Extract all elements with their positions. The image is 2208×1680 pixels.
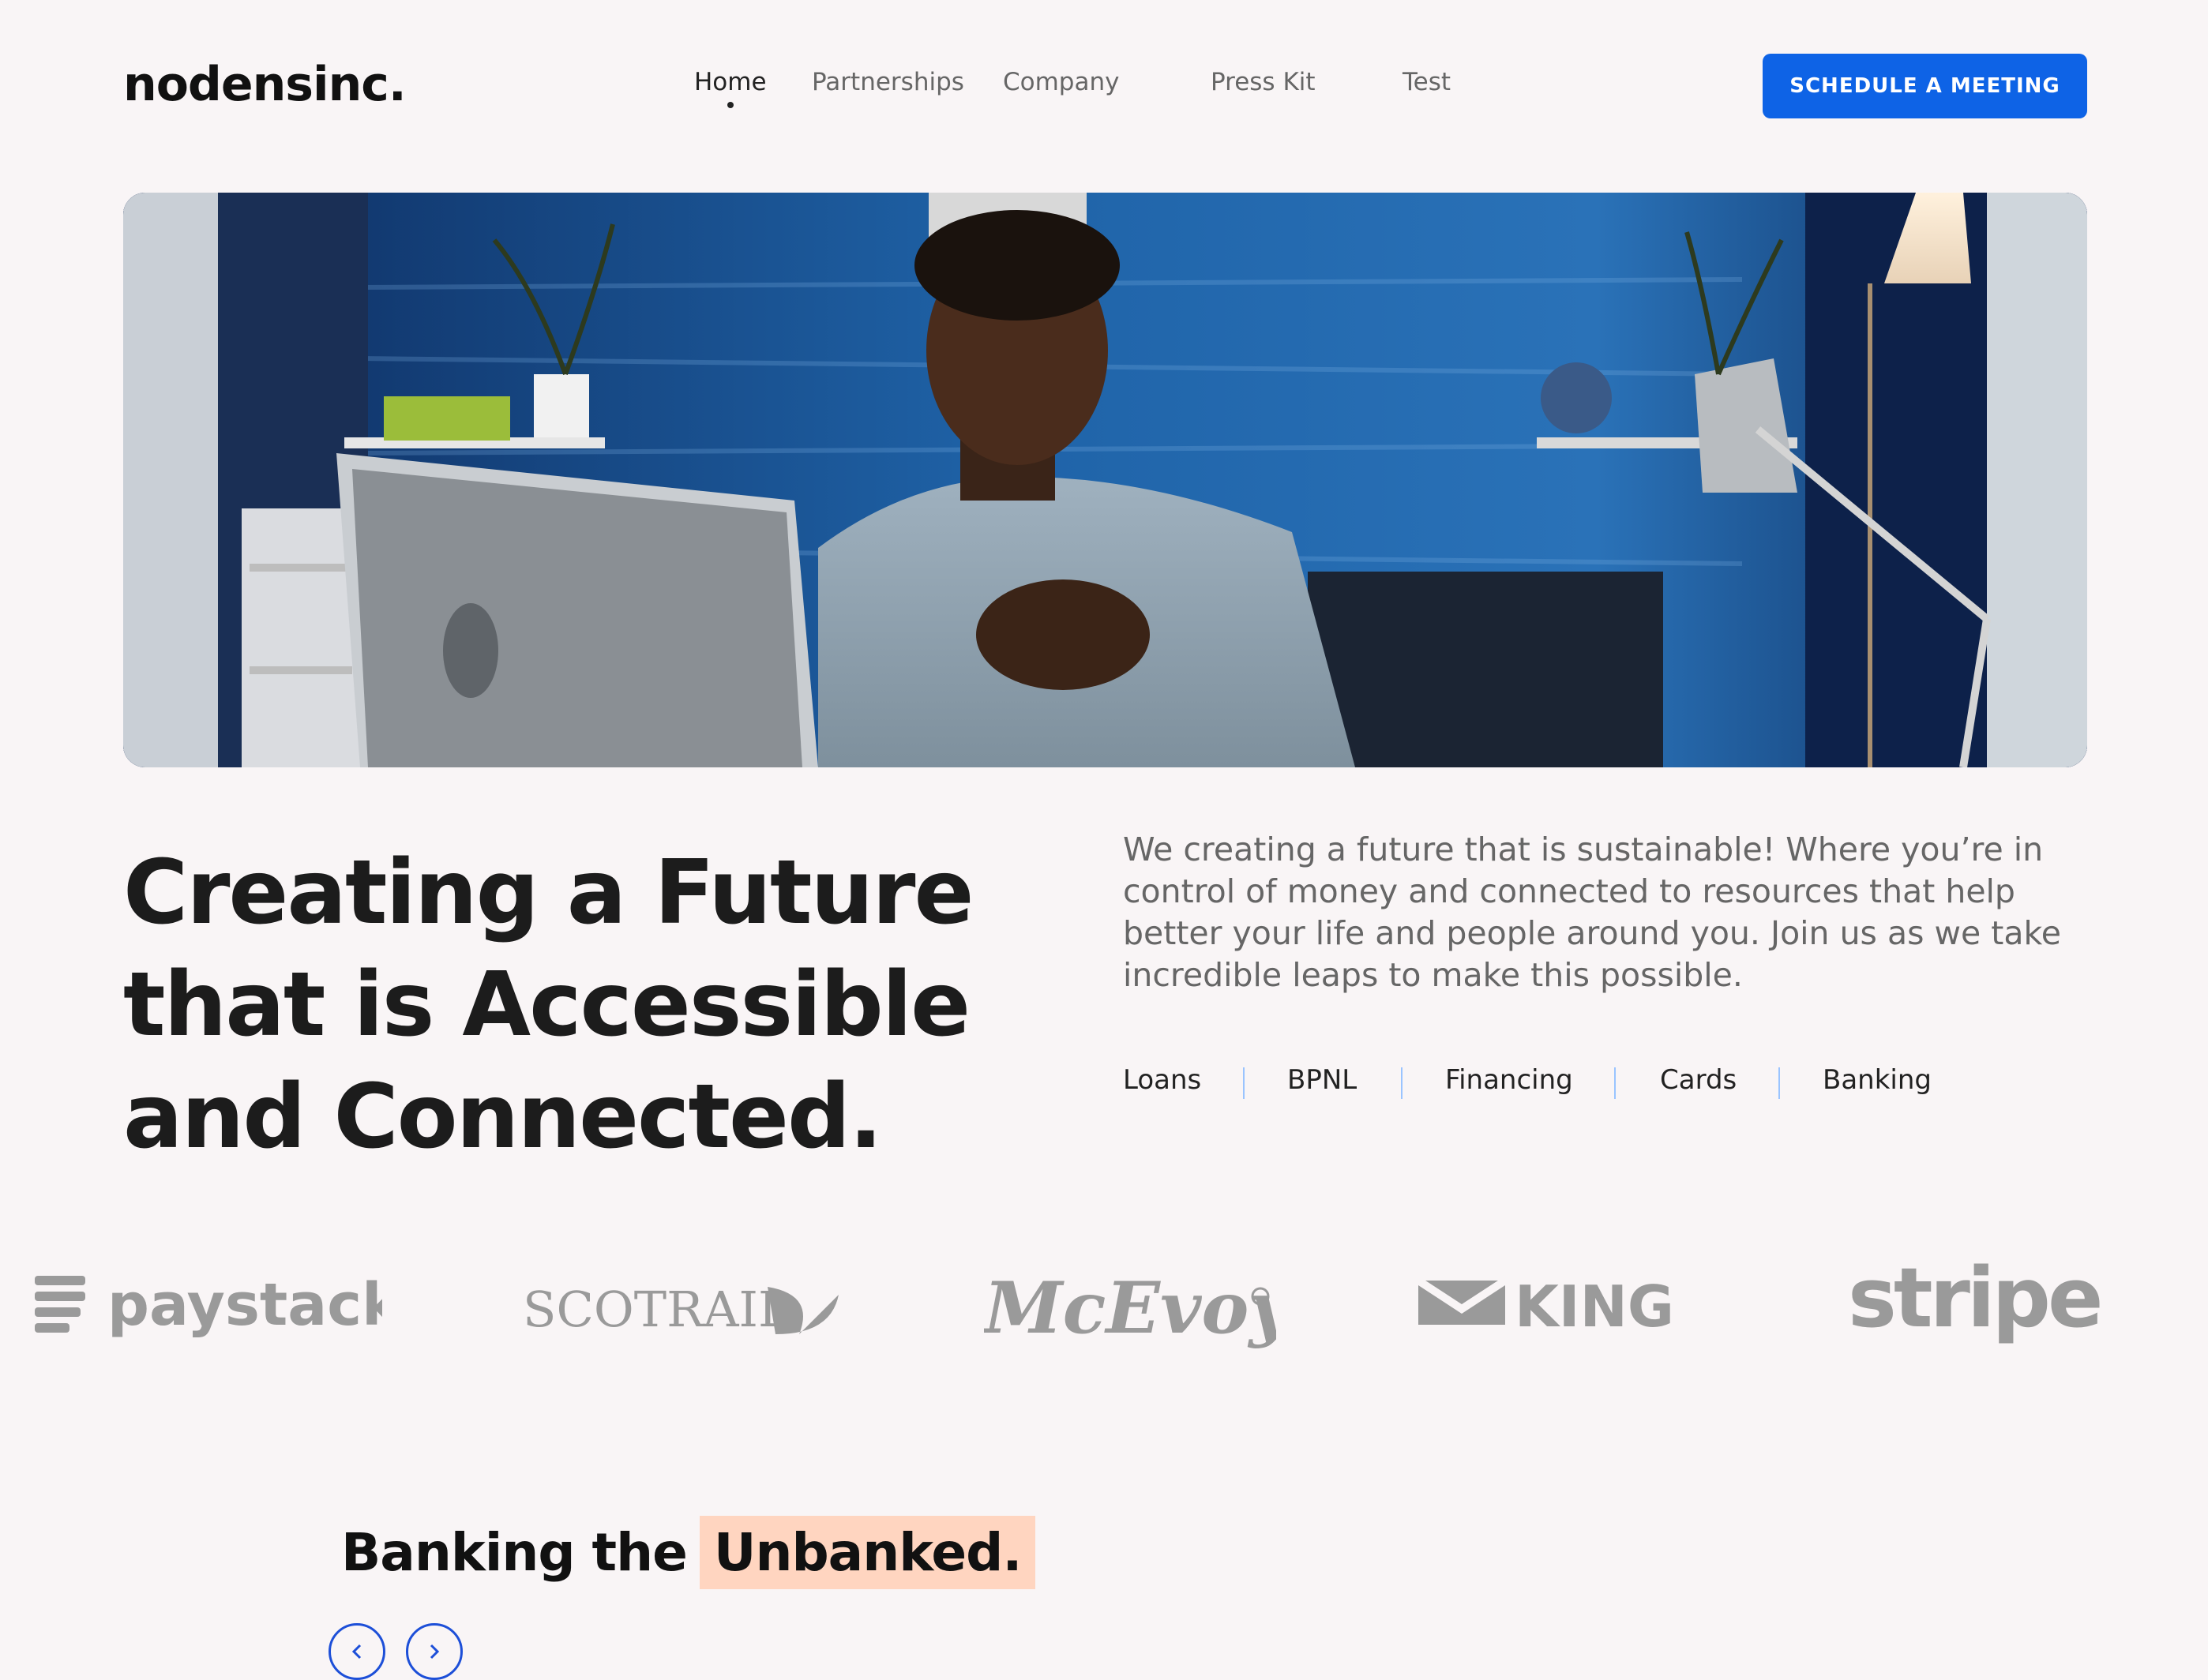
king-logo: KING (1416, 1232, 1710, 1374)
schedule-meeting-button[interactable]: SCHEDULE A MEETING (1763, 54, 2087, 118)
stripe-wordmark: stripe (1848, 1250, 2101, 1346)
service-divider (1614, 1067, 1616, 1099)
nav-item-label: Company (1003, 68, 1120, 96)
mcevoy-wordmark: McEvoy (984, 1266, 1276, 1350)
carousel-next-button[interactable] (406, 1623, 463, 1680)
hero-intro-text: We creating a future that is sustainable… (1123, 831, 2061, 994)
mcevoy-logo: McEvoy (982, 1232, 1294, 1374)
nav-item-company[interactable]: Company (1003, 68, 1119, 96)
brand-logo[interactable]: nodensinc. (123, 57, 407, 112)
service-link-banking[interactable]: Banking (1823, 1064, 1932, 1096)
service-link-loans[interactable]: Loans (1123, 1064, 1201, 1096)
nav-item-partnerships[interactable]: Partnerships (812, 68, 964, 96)
section-title-text: Banking the (341, 1521, 688, 1583)
stripe-icon: stripe (1848, 1250, 2104, 1346)
paystack-icon: paystack (35, 1271, 402, 1339)
paystack-wordmark: paystack (107, 1271, 382, 1339)
service-divider (1401, 1067, 1403, 1099)
stripe-logo: stripe (1848, 1232, 2116, 1374)
service-link-financing[interactable]: Financing (1445, 1064, 1573, 1096)
nav-item-home[interactable]: Home (694, 68, 767, 108)
scotrail-icon: SCOTRAIL (523, 1281, 839, 1338)
service-divider (1778, 1067, 1780, 1099)
nav-item-press-kit[interactable]: Press Kit (1211, 68, 1316, 96)
site-header: nodensinc. Home Partnerships Company Pre… (0, 0, 2208, 174)
service-link-bpnl[interactable]: BPNL (1287, 1064, 1357, 1096)
headline-line: Creating a Future (123, 842, 974, 944)
hero-headline: Creating a Future that is Accessible and… (123, 837, 1071, 1173)
carousel-prev-button[interactable] (329, 1623, 385, 1680)
scotrail-wordmark: SCOTRAIL (523, 1281, 790, 1338)
nav-item-label: Press Kit (1211, 68, 1316, 96)
chevron-right-icon (430, 1644, 440, 1659)
service-divider (1243, 1067, 1245, 1099)
nav-item-label: Test (1403, 68, 1451, 96)
mcevoy-icon: McEvoy (982, 1266, 1294, 1350)
nav-item-test[interactable]: Test (1403, 68, 1451, 96)
chevron-left-icon (351, 1644, 362, 1659)
partner-logos: paystack SCOTRAIL McEvoy KING stripe (0, 1232, 2208, 1374)
hero-image (123, 193, 2087, 767)
nav-item-label: Home (694, 68, 767, 96)
scotrail-logo: SCOTRAIL (523, 1232, 847, 1374)
headline-line: that is Accessible (123, 954, 971, 1056)
king-icon: KING (1416, 1273, 1674, 1340)
king-wordmark: KING (1515, 1273, 1674, 1340)
paystack-logo: paystack (35, 1232, 402, 1374)
headline-line: and Connected. (123, 1066, 883, 1168)
active-indicator-dot (727, 102, 734, 108)
nav-item-label: Partnerships (812, 68, 964, 96)
section-title-highlight: Unbanked. (699, 1515, 1036, 1589)
section-title: Banking the Unbanked. (341, 1514, 1036, 1590)
service-link-cards[interactable]: Cards (1660, 1064, 1737, 1096)
hero-photo-illustration (123, 193, 2087, 767)
